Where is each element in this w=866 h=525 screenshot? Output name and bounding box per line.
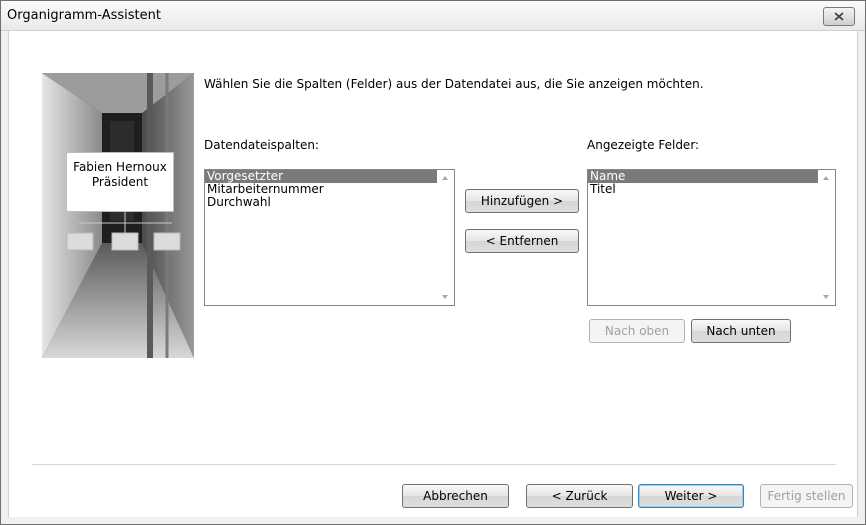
list-item[interactable]: Name: [588, 170, 835, 183]
move-up-button[interactable]: Nach oben: [589, 319, 685, 343]
wizard-content: Fabien Hernoux Präsident Wählen Sie die …: [8, 31, 858, 517]
footer-separator: [32, 464, 836, 465]
scroll-up-icon[interactable]: [823, 176, 829, 180]
scroll-down-icon[interactable]: [442, 295, 448, 299]
vertical-scrollbar[interactable]: [437, 170, 454, 305]
finish-button[interactable]: Fertig stellen: [760, 484, 853, 508]
close-icon: [834, 12, 844, 21]
displayed-fields-label: Angezeigte Felder:: [587, 138, 700, 152]
wizard-window: Organigramm-Assistent Fabien Hernoux Prä…: [0, 0, 866, 525]
scroll-down-icon[interactable]: [823, 295, 829, 299]
close-button[interactable]: [823, 7, 855, 26]
card-name: Fabien Hernoux: [73, 160, 167, 174]
scroll-up-icon[interactable]: [442, 176, 448, 180]
move-down-button[interactable]: Nach unten: [691, 319, 791, 343]
corridor-graphic: [42, 73, 194, 358]
list-item[interactable]: Durchwahl: [205, 196, 454, 209]
cancel-button[interactable]: Abbrechen: [402, 484, 509, 508]
instruction-text: Wählen Sie die Spalten (Felder) aus der …: [204, 77, 704, 91]
back-button[interactable]: < Zurück: [526, 484, 633, 508]
vertical-scrollbar[interactable]: [818, 170, 835, 305]
title-bar[interactable]: Organigramm-Assistent: [1, 1, 865, 31]
next-button[interactable]: Weiter >: [638, 484, 744, 508]
org-chart-illustration: Fabien Hernoux Präsident: [42, 73, 194, 358]
displayed-fields-list[interactable]: Name Titel: [587, 169, 836, 306]
remove-button[interactable]: < Entfernen: [465, 229, 579, 253]
card-role: Präsident: [91, 175, 149, 189]
source-columns-list[interactable]: Vorgesetzter Mitarbeiternummer Durchwahl: [204, 169, 455, 306]
add-button[interactable]: Hinzufügen >: [465, 189, 579, 213]
source-columns-label: Datendateispalten:: [204, 138, 319, 152]
org-chart-card: Fabien Hernoux Präsident: [66, 152, 174, 212]
window-title: Organigramm-Assistent: [7, 8, 161, 23]
list-item[interactable]: Titel: [588, 183, 835, 196]
